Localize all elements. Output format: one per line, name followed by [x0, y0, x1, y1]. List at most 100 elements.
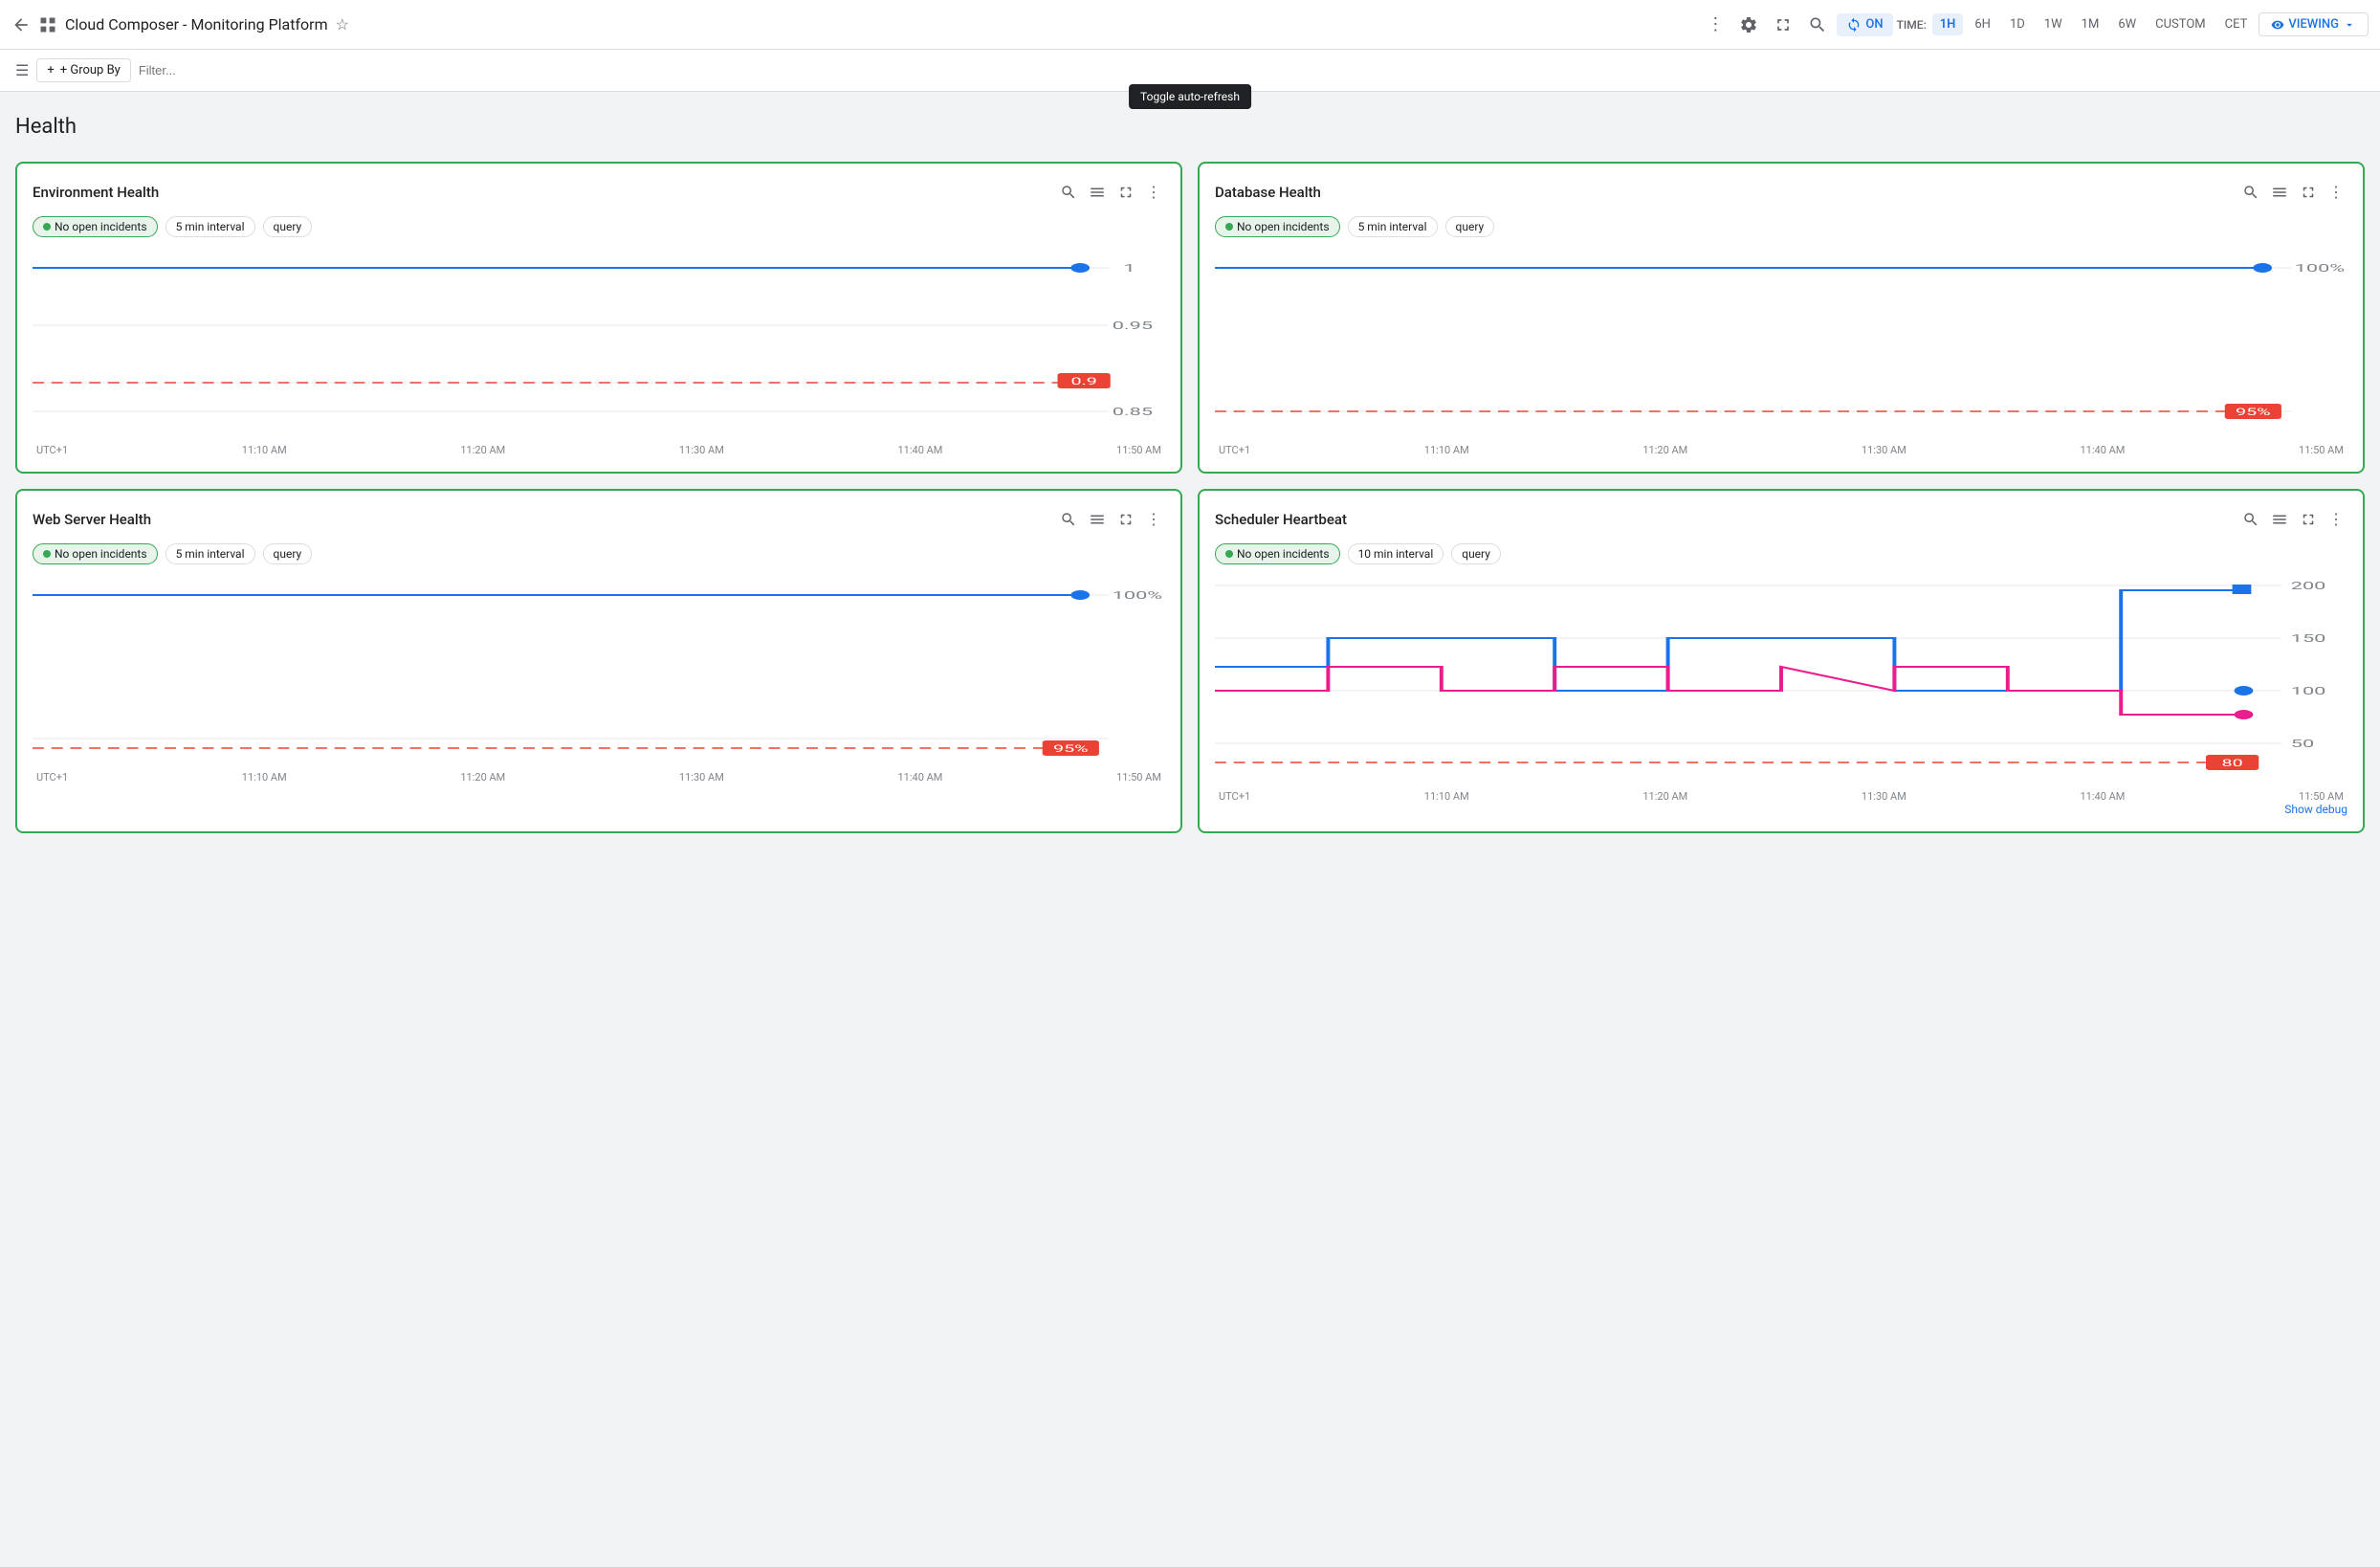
fullscreen-chart-button[interactable]	[1113, 507, 1138, 532]
query-badge: query	[263, 543, 313, 564]
chart-badges: No open incidents 5 min interval query	[33, 543, 1165, 564]
menu-button[interactable]: ☰	[15, 61, 29, 79]
chart-title: Scheduler Heartbeat	[1215, 511, 1347, 528]
legend-button[interactable]	[2267, 180, 2292, 205]
chart-svg: 1 0.95 0.85 0.9	[33, 249, 1165, 440]
more-chart-button[interactable]: ⋮	[1142, 506, 1165, 532]
time-1d-button[interactable]: 1D	[2002, 13, 2033, 35]
interval-badge: 10 min interval	[1348, 543, 1444, 564]
svg-text:95%: 95%	[1053, 742, 1089, 754]
chart-title: Environment Health	[33, 184, 159, 201]
svg-text:0.9: 0.9	[1070, 375, 1096, 386]
chart-svg: 100% 95%	[33, 576, 1165, 767]
svg-text:95%: 95%	[2236, 406, 2271, 417]
chart-area: 100% 95%	[1215, 249, 2347, 440]
query-badge: query	[1445, 216, 1495, 237]
status-badge: No open incidents	[1215, 543, 1340, 564]
time-1h-button[interactable]: 1H	[1932, 13, 1964, 35]
auto-refresh-button[interactable]: ON	[1837, 13, 1892, 36]
chart-svg: 200 150 100 50 80	[1215, 576, 2347, 786]
interval-badge: 5 min interval	[1348, 216, 1438, 237]
svg-text:150: 150	[2291, 632, 2326, 645]
status-badge: No open incidents	[1215, 216, 1340, 237]
chart-header: Environment Health ⋮	[33, 179, 1165, 205]
interval-badge: 5 min interval	[165, 543, 255, 564]
star-icon[interactable]: ☆	[336, 15, 349, 33]
time-6w-button[interactable]: 6W	[2110, 13, 2144, 35]
fullscreen-chart-button[interactable]	[2296, 180, 2321, 205]
chart-header: Database Health ⋮	[1215, 179, 2347, 205]
more-chart-button[interactable]: ⋮	[1142, 179, 1165, 205]
time-1w-button[interactable]: 1W	[2037, 13, 2070, 35]
chart-actions: ⋮	[1056, 506, 1165, 532]
toolbar: ☰ + + Group By Toggle auto-refresh	[0, 50, 2380, 92]
chart-header: Scheduler Heartbeat ⋮	[1215, 506, 2347, 532]
chart-badges: No open incidents 10 min interval query	[1215, 543, 2347, 564]
scheduler-heartbeat-card: Scheduler Heartbeat ⋮ N	[1198, 489, 2365, 833]
svg-text:100: 100	[2291, 685, 2326, 697]
fullscreen-button[interactable]	[1768, 10, 1798, 40]
svg-text:1: 1	[1124, 262, 1135, 275]
status-badge: No open incidents	[33, 216, 158, 237]
legend-button[interactable]	[1085, 180, 1110, 205]
legend-button[interactable]	[2267, 507, 2292, 532]
more-options-button[interactable]: ⋮	[1701, 9, 1730, 40]
time-6h-button[interactable]: 6H	[1967, 13, 1998, 35]
more-chart-button[interactable]: ⋮	[2325, 179, 2347, 205]
svg-text:80: 80	[2222, 757, 2243, 768]
x-axis-labels: UTC+1 11:10 AM 11:20 AM 11:30 AM 11:40 A…	[1215, 790, 2347, 803]
environment-health-card: Environment Health ⋮ No	[15, 162, 1182, 474]
badge-dot	[1225, 550, 1233, 558]
back-button[interactable]	[11, 15, 31, 34]
time-section: TIME: 1H 6H 1D 1W 1M 6W CUSTOM CET	[1897, 13, 2256, 35]
interval-badge: 5 min interval	[165, 216, 255, 237]
svg-text:50: 50	[2291, 738, 2314, 750]
chart-svg: 100% 95%	[1215, 249, 2347, 440]
fullscreen-chart-button[interactable]	[1113, 180, 1138, 205]
x-axis-labels: UTC+1 11:10 AM 11:20 AM 11:30 AM 11:40 A…	[1215, 444, 2347, 456]
nav-actions: ⋮ ON TIME: 1H 6H 1D 1W 1M 6W CUSTOM CET …	[1701, 9, 2369, 40]
query-badge: query	[1451, 543, 1501, 564]
badge-dot	[43, 550, 51, 558]
settings-button[interactable]	[1733, 10, 1764, 40]
viewing-button[interactable]: VIEWING	[2259, 12, 2369, 36]
time-1m-button[interactable]: 1M	[2074, 13, 2107, 35]
legend-button[interactable]	[1085, 507, 1110, 532]
chart-badges: No open incidents 5 min interval query	[33, 216, 1165, 237]
section-title: Health	[15, 107, 2365, 146]
more-chart-button[interactable]: ⋮	[2325, 506, 2347, 532]
chart-area: 200 150 100 50 80	[1215, 576, 2347, 786]
dashboard-grid: Environment Health ⋮ No	[15, 162, 2365, 833]
time-cet-button[interactable]: CET	[2217, 13, 2256, 35]
zoom-button[interactable]	[1056, 180, 1081, 205]
database-health-card: Database Health ⋮ No op	[1198, 162, 2365, 474]
x-axis-labels: UTC+1 11:10 AM 11:20 AM 11:30 AM 11:40 A…	[33, 444, 1165, 456]
zoom-button[interactable]	[1056, 507, 1081, 532]
status-badge: No open incidents	[33, 543, 158, 564]
chart-actions: ⋮	[1056, 179, 1165, 205]
chart-area: 1 0.95 0.85 0.9	[33, 249, 1165, 440]
svg-text:0.85: 0.85	[1113, 406, 1153, 418]
badge-dot	[43, 223, 51, 231]
chart-title: Web Server Health	[33, 511, 151, 528]
fullscreen-chart-button[interactable]	[2296, 507, 2321, 532]
chart-badges: No open incidents 5 min interval query	[1215, 216, 2347, 237]
time-custom-button[interactable]: CUSTOM	[2148, 13, 2213, 35]
group-by-button[interactable]: + + Group By	[36, 58, 130, 82]
main-content: Health Environment Health ⋮	[0, 92, 2380, 849]
show-debug-link[interactable]: Show debug	[1215, 803, 2347, 816]
query-badge: query	[263, 216, 313, 237]
filter-input[interactable]	[139, 63, 2365, 77]
badge-dot	[1225, 223, 1233, 231]
search-button[interactable]	[1802, 10, 1833, 40]
top-nav: Cloud Composer - Monitoring Platform ☆ ⋮…	[0, 0, 2380, 50]
page-title: Cloud Composer - Monitoring Platform ☆	[65, 15, 1693, 33]
grid-button[interactable]	[38, 15, 57, 34]
zoom-button[interactable]	[2238, 180, 2263, 205]
svg-text:100%: 100%	[2295, 262, 2345, 275]
chart-actions: ⋮	[2238, 506, 2347, 532]
chart-actions: ⋮	[2238, 179, 2347, 205]
zoom-button[interactable]	[2238, 507, 2263, 532]
svg-text:100%: 100%	[1113, 589, 1162, 602]
chart-title: Database Health	[1215, 184, 1321, 201]
